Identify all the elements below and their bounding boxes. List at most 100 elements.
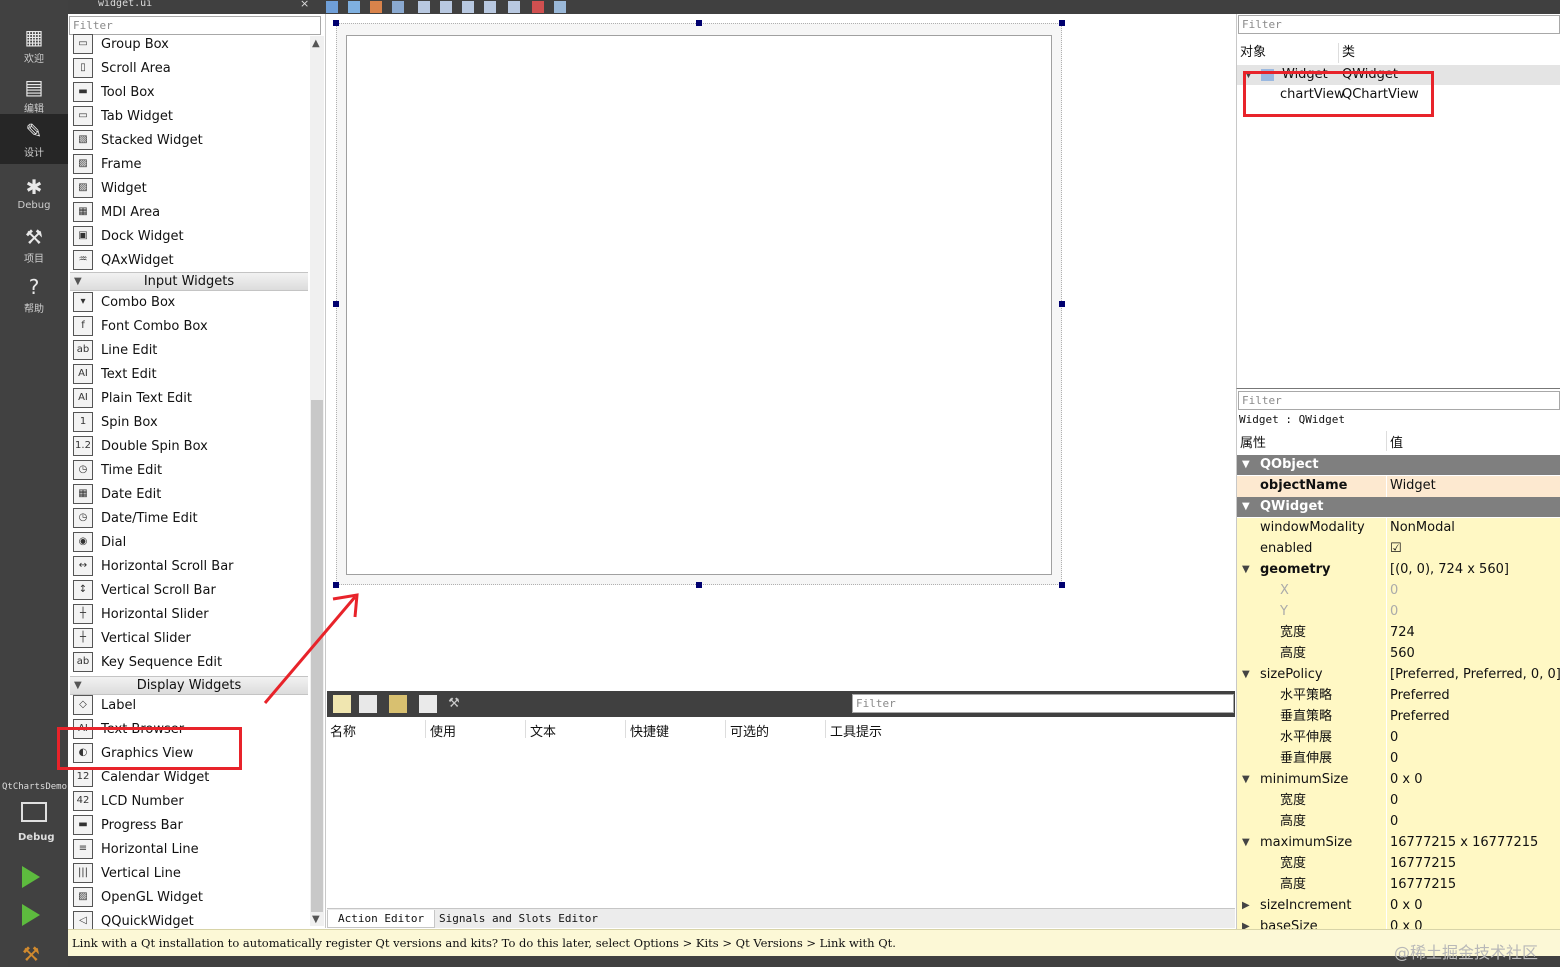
toolbar-edit-widgets-icon[interactable] (326, 1, 338, 13)
mode-edit[interactable]: ▤ 编辑 (0, 70, 68, 120)
property-value[interactable]: NonModal (1387, 518, 1560, 539)
kit-selector[interactable]: Debug (0, 798, 68, 852)
run-icon[interactable] (22, 866, 40, 888)
property-value[interactable]: Widget (1387, 476, 1560, 497)
mode-debug[interactable]: ✱ Debug (0, 170, 68, 220)
property-value[interactable]: 0 (1387, 581, 1560, 602)
property-value[interactable]: [(0, 0), 724 x 560] (1387, 560, 1560, 581)
col-shortcut[interactable]: 快捷键 (630, 721, 669, 740)
toolbar-layout-vertical-icon[interactable] (440, 1, 452, 13)
widget-box-item-lcd-number[interactable]: 42 LCD Number (70, 789, 310, 813)
property-value[interactable]: 0 (1387, 791, 1560, 812)
status-bar-message[interactable]: Link with a Qt installation to automatic… (68, 929, 1560, 956)
widget-box-item-tool-box[interactable]: ▬ Tool Box (70, 80, 310, 104)
expand-arrow-icon[interactable]: ▶ (1242, 896, 1250, 916)
file-tab-title[interactable]: widget.ui (98, 0, 152, 9)
resize-handle[interactable] (333, 301, 339, 307)
mode-help[interactable]: ? 帮助 (0, 270, 68, 320)
collapse-arrow-icon[interactable]: ▼ (1242, 770, 1250, 790)
col-name[interactable]: 名称 (330, 721, 356, 740)
collapse-arrow-icon[interactable]: ▼ (74, 677, 82, 694)
widget-box-item-date-time-edit[interactable]: ◷ Date/Time Edit (70, 506, 310, 530)
property-value[interactable]: 16777215 (1387, 875, 1560, 896)
widget-box-item-date-edit[interactable]: ▦ Date Edit (70, 482, 310, 506)
resize-handle[interactable] (1059, 301, 1065, 307)
widget-box-item-group-box[interactable]: ▭ Group Box (70, 32, 310, 56)
property-row-item-9[interactable]: 高度 560 (1237, 644, 1560, 665)
widget-box-item-opengl-widget[interactable]: ▨ OpenGL Widget (70, 885, 310, 909)
property-value[interactable]: 560 (1387, 644, 1560, 665)
toolbar-tab-order-icon[interactable] (392, 1, 404, 13)
widget-box-item-time-edit[interactable]: ◷ Time Edit (70, 458, 310, 482)
widget-box-item-frame[interactable]: ▨ Frame (70, 152, 310, 176)
mode-design[interactable]: ✎ 设计 (0, 114, 68, 164)
property-row-item-16[interactable]: 宽度 0 (1237, 791, 1560, 812)
widget-box-item-progress-bar[interactable]: ▬ Progress Bar (70, 813, 310, 837)
toolbar-adjust-size-icon[interactable] (554, 1, 566, 13)
property-value[interactable]: 724 (1387, 623, 1560, 644)
configure-wrench-icon[interactable]: ⚒ (445, 695, 463, 713)
collapse-arrow-icon[interactable]: ▼ (74, 273, 82, 290)
chart-view-widget[interactable] (346, 35, 1052, 575)
property-value[interactable]: 0 x 0 (1387, 770, 1560, 791)
col-text[interactable]: 文本 (530, 721, 556, 740)
property-value[interactable] (1387, 455, 1560, 476)
property-row-item-11[interactable]: 水平策略 Preferred (1237, 686, 1560, 707)
toolbar-layout-grid-icon[interactable] (508, 1, 520, 13)
collapse-arrow-icon[interactable]: ▼ (1242, 497, 1250, 517)
property-row-y[interactable]: Y0 (1237, 602, 1560, 623)
property-row-item-17[interactable]: 高度 0 (1237, 812, 1560, 833)
resize-handle[interactable] (333, 20, 339, 26)
close-icon[interactable]: × (300, 0, 309, 10)
widget-box-item-combo-box[interactable]: ▾ Combo Box (70, 290, 310, 314)
property-row-item-19[interactable]: 宽度 16777215 (1237, 854, 1560, 875)
toolbar-layout-horizontal-icon[interactable] (418, 1, 430, 13)
action-filter[interactable]: Filter (852, 694, 1234, 713)
delete-action-icon[interactable] (419, 695, 437, 713)
property-value[interactable] (1387, 497, 1560, 518)
widget-box-item-dial[interactable]: ◉ Dial (70, 530, 310, 554)
collapse-arrow-icon[interactable]: ▼ (1242, 455, 1250, 475)
widget-box-item-qaxwidget[interactable]: ♒ QAxWidget (70, 248, 310, 272)
widget-box-item-text-edit[interactable]: AI Text Edit (70, 362, 310, 386)
property-row-enabled[interactable]: enabled ☑ (1237, 539, 1560, 560)
collapse-arrow-icon[interactable]: ▼ (1242, 560, 1250, 580)
widget-box-item-widget[interactable]: ▨ Widget (70, 176, 310, 200)
widget-box-item-line-edit[interactable]: ab Line Edit (70, 338, 310, 362)
property-row-sizepolicy[interactable]: sizePolicy ▼ [Preferred, Preferred, 0, 0] (1237, 665, 1560, 686)
widget-box-item-mdi-area[interactable]: ▦ MDI Area (70, 200, 310, 224)
collapse-arrow-icon[interactable]: ▼ (1242, 665, 1250, 685)
debug-run-icon[interactable] (22, 904, 40, 926)
mode-projects[interactable]: ⚒ 项目 (0, 220, 68, 270)
col-tooltip[interactable]: 工具提示 (830, 721, 882, 740)
col-checkable[interactable]: 可选的 (730, 721, 769, 740)
property-value[interactable]: 0 (1387, 812, 1560, 833)
resize-handle[interactable] (1059, 20, 1065, 26)
tab-action-editor[interactable]: Action Editor (327, 910, 436, 928)
property-value[interactable]: 0 (1387, 749, 1560, 770)
widget-box-item-stacked-widget[interactable]: ▧ Stacked Widget (70, 128, 310, 152)
toolbar-layout-split-icon[interactable] (462, 1, 474, 13)
col-property[interactable]: 属性 (1240, 432, 1266, 451)
paste-action-icon[interactable] (389, 695, 407, 713)
col-value[interactable]: 值 (1390, 432, 1403, 451)
property-filter[interactable]: Filter (1238, 391, 1560, 410)
widget-box-item-vertical-line[interactable]: ||| Vertical Line (70, 861, 310, 885)
widget-box-item-font-combo-box[interactable]: f Font Combo Box (70, 314, 310, 338)
property-row-item-20[interactable]: 高度 16777215 (1237, 875, 1560, 896)
property-row-item-8[interactable]: 宽度 724 (1237, 623, 1560, 644)
property-value[interactable]: [Preferred, Preferred, 0, 0] (1387, 665, 1560, 686)
property-row-minimumsize[interactable]: minimumSize ▼ 0 x 0 (1237, 770, 1560, 791)
resize-handle[interactable] (696, 582, 702, 588)
col-object[interactable]: 对象 (1240, 42, 1266, 64)
property-row-qwidget[interactable]: QWidget ▼ (1237, 497, 1560, 518)
object-filter[interactable]: Filter (1238, 15, 1560, 34)
col-class[interactable]: 类 (1342, 42, 1355, 64)
resize-handle[interactable] (696, 20, 702, 26)
build-hammer-icon[interactable]: ⚒ (22, 942, 40, 966)
toolbar-layout-form-icon[interactable] (484, 1, 496, 13)
property-value[interactable]: ☑ (1387, 539, 1560, 560)
property-row-item-12[interactable]: 垂直策略 Preferred (1237, 707, 1560, 728)
property-row-qobject[interactable]: QObject ▼ (1237, 455, 1560, 476)
col-used[interactable]: 使用 (430, 721, 456, 740)
